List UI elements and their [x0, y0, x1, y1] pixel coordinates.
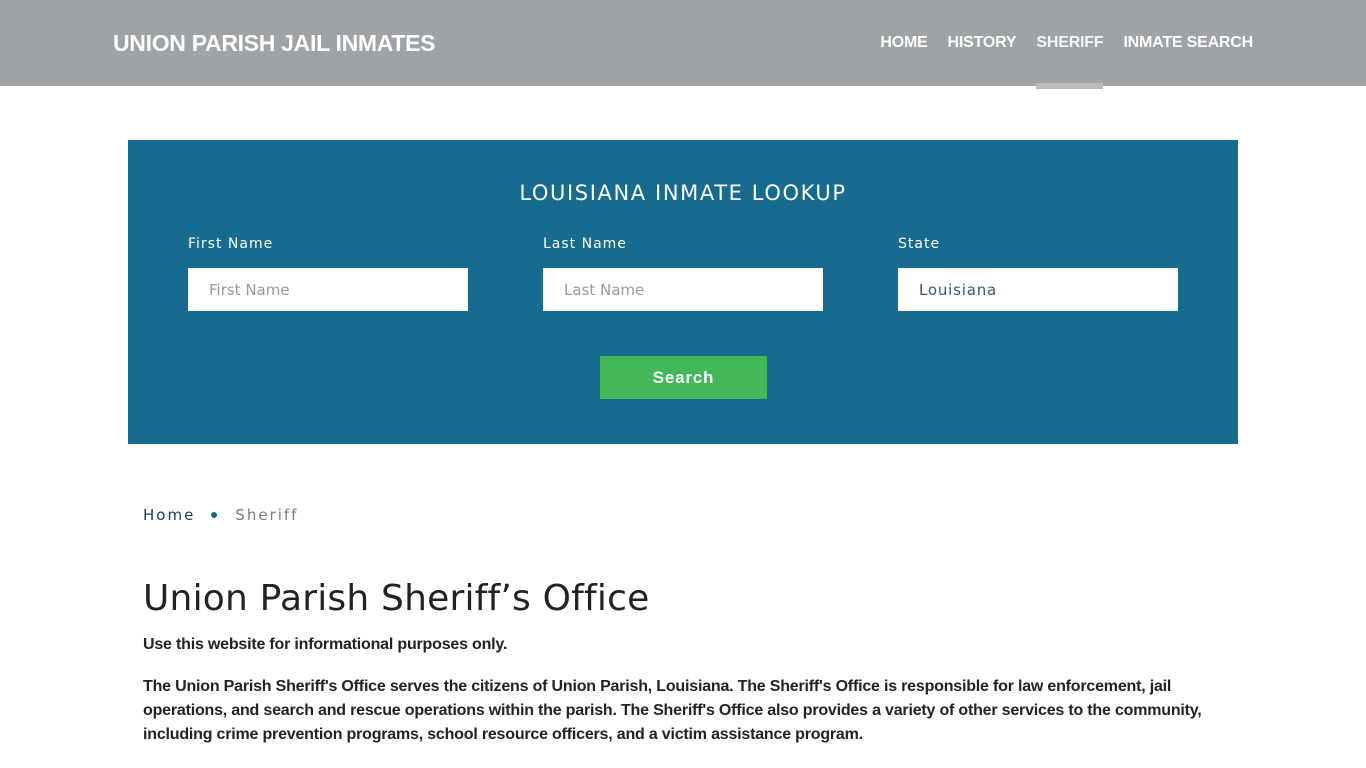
- site-brand-link[interactable]: UNION PARISH JAIL INMATES: [113, 30, 436, 57]
- state-label: State: [898, 236, 941, 252]
- nav-sheriff[interactable]: SHERIFF: [1036, 0, 1104, 89]
- state-input[interactable]: [898, 268, 1178, 311]
- breadcrumb-separator-icon: [211, 512, 218, 518]
- last-name-input[interactable]: [543, 268, 823, 311]
- breadcrumb: Home Sheriff: [143, 506, 298, 524]
- breadcrumb-home[interactable]: Home: [143, 506, 195, 524]
- first-name-input[interactable]: [188, 268, 468, 311]
- lookup-title: LOUISIANA INMATE LOOKUP: [519, 181, 847, 205]
- first-name-label: First Name: [188, 236, 274, 252]
- page-title: Union Parish Sheriff’s Office: [143, 578, 650, 619]
- disclaimer-text: Use this website for informational purpo…: [143, 636, 508, 653]
- state-field: State: [898, 236, 1178, 311]
- last-name-field: Last Name: [543, 236, 823, 311]
- main-nav: HOME HISTORY SHERIFF INMATE SEARCH: [860, 0, 1253, 89]
- search-button[interactable]: Search: [600, 356, 767, 399]
- site-header: UNION PARISH JAIL INMATES HOME HISTORY S…: [0, 0, 1366, 89]
- nav-home[interactable]: HOME: [880, 0, 927, 86]
- first-name-field: First Name: [188, 236, 468, 311]
- intro-paragraph: The Union Parish Sheriff's Office serves…: [143, 678, 1202, 743]
- breadcrumb-current: Sheriff: [235, 506, 299, 524]
- last-name-label: Last Name: [543, 236, 627, 252]
- nav-history[interactable]: HISTORY: [948, 0, 1017, 86]
- nav-inmate-search[interactable]: INMATE SEARCH: [1123, 0, 1253, 86]
